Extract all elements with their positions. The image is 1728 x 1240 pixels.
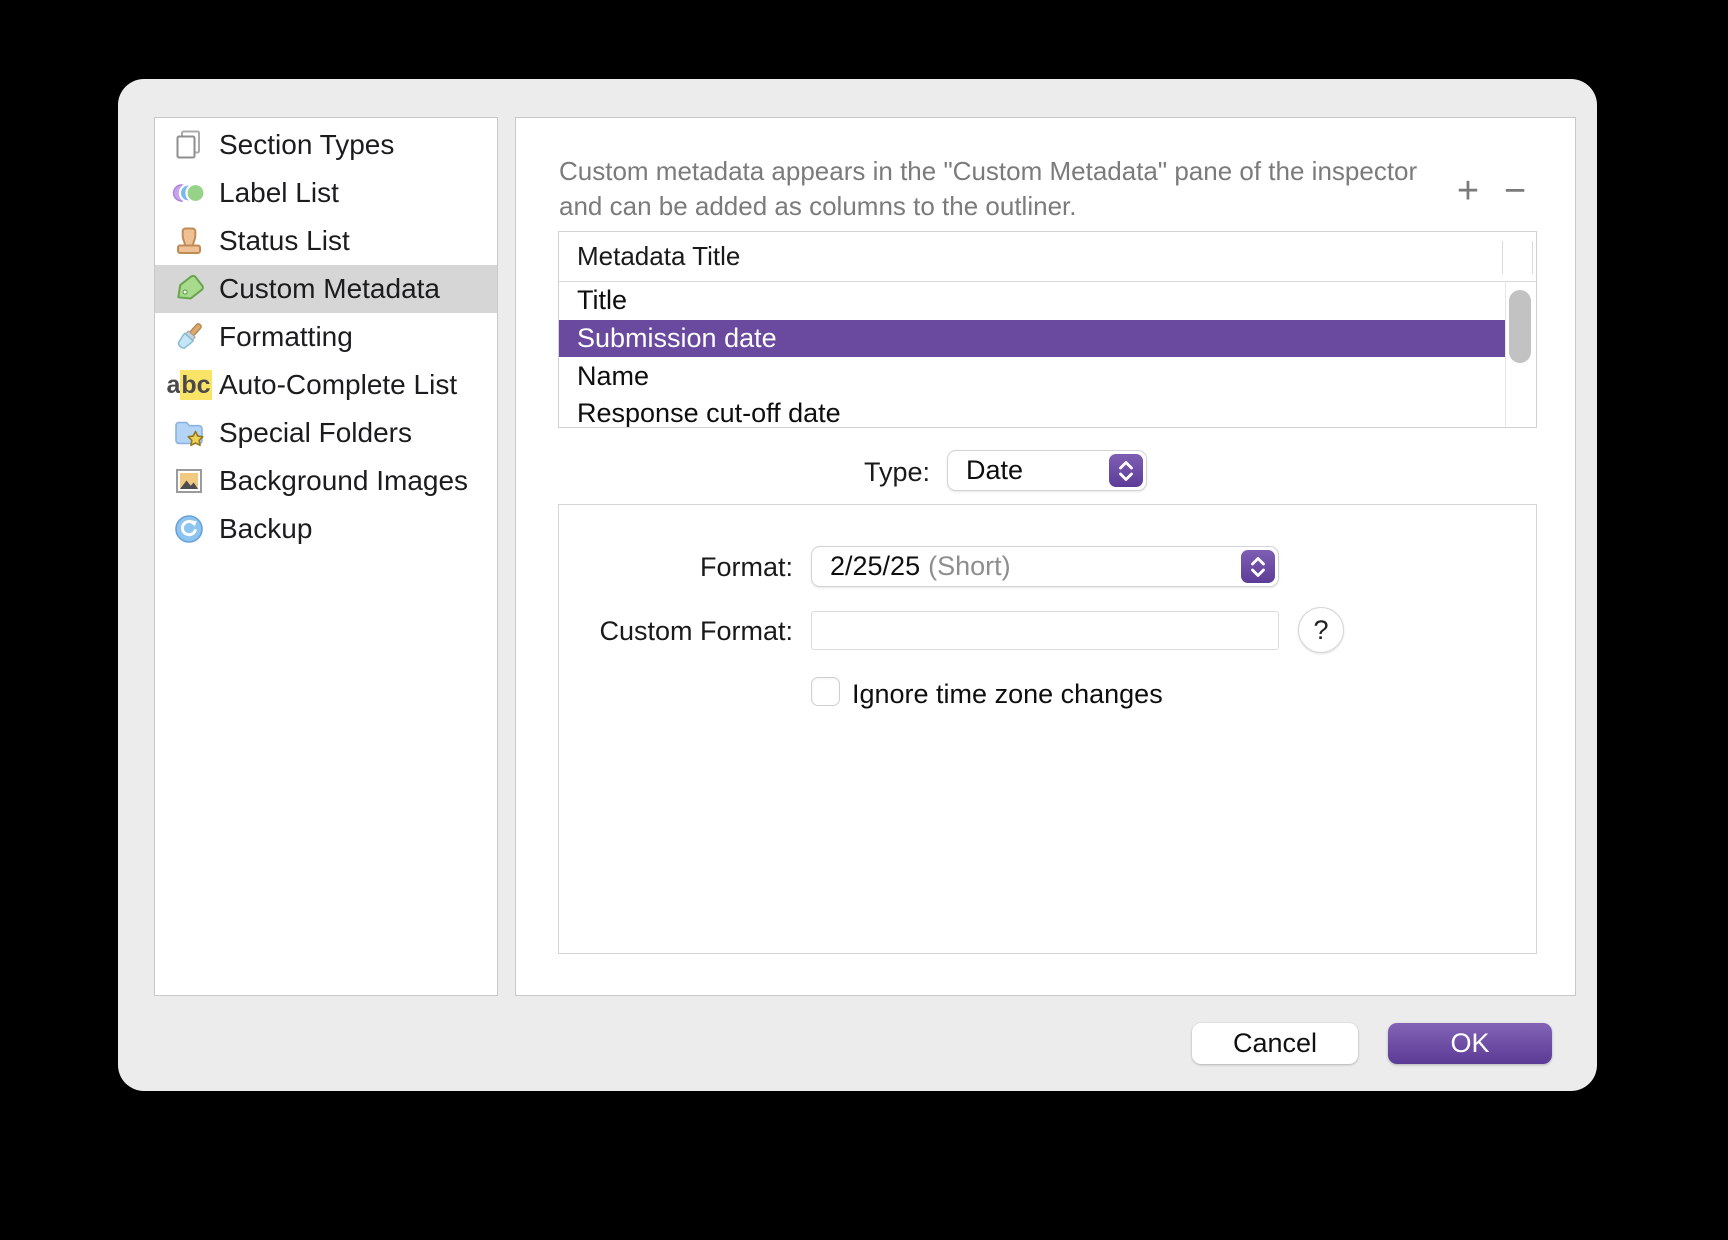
description-line-1: Custom metadata appears in the "Custom M… — [559, 154, 1417, 189]
metadata-title-column-header: Metadata Title — [577, 241, 740, 272]
pane-description: Custom metadata appears in the "Custom M… — [559, 154, 1417, 224]
sidebar-item-label: Label List — [219, 177, 339, 209]
custom-format-label: Custom Format: — [559, 616, 793, 646]
table-row-submission-date[interactable]: Submission date — [559, 320, 1505, 358]
header-divider — [1532, 241, 1533, 274]
sidebar-item-label: Special Folders — [219, 417, 412, 449]
table-row-response-cut-off-date[interactable]: Response cut-off date — [559, 395, 1505, 428]
sidebar-item-status-list[interactable]: Status List — [155, 217, 497, 265]
ignore-timezone-label: Ignore time zone changes — [852, 679, 1163, 709]
ok-button[interactable]: OK — [1388, 1023, 1552, 1064]
status-list-icon — [172, 224, 206, 258]
sidebar-item-backup[interactable]: Backup — [155, 505, 497, 553]
sidebar-item-label: Status List — [219, 225, 350, 257]
stepper-chevrons-icon — [1109, 454, 1143, 487]
sidebar-item-custom-metadata[interactable]: Custom Metadata — [155, 265, 497, 313]
type-label: Type: — [630, 456, 930, 488]
sidebar-item-label: Background Images — [219, 465, 468, 497]
table-row-title[interactable]: Title — [559, 282, 1505, 320]
ignore-timezone-checkbox[interactable] — [811, 677, 840, 706]
scrollbar-divider — [1505, 282, 1506, 427]
format-dropdown-value: 2/25/25 — [830, 551, 920, 582]
sidebar-item-label: Auto-Complete List — [219, 369, 457, 401]
sidebar-item-background-images[interactable]: Background Images — [155, 457, 497, 505]
custom-format-input[interactable] — [811, 611, 1279, 650]
label-list-icon — [172, 176, 206, 210]
section-types-icon — [172, 128, 206, 162]
remove-metadata-button[interactable]: − — [1492, 168, 1538, 214]
type-dropdown-value: Date — [966, 455, 1023, 486]
question-mark-icon: ? — [1313, 615, 1328, 646]
backup-icon — [172, 512, 206, 546]
preferences-dialog: Section Types Label List Status List — [118, 79, 1597, 1091]
format-dropdown[interactable]: 2/25/25 (Short) — [811, 546, 1279, 587]
stepper-chevrons-icon — [1241, 550, 1275, 583]
sidebar-item-label: Formatting — [219, 321, 353, 353]
header-divider — [1502, 241, 1503, 274]
sidebar-item-special-folders[interactable]: Special Folders — [155, 409, 497, 457]
auto-complete-icon: abc — [172, 368, 206, 402]
settings-sidebar: Section Types Label List Status List — [154, 117, 498, 996]
date-options-groupbox: Format: 2/25/25 (Short) Custom Format: ?… — [558, 504, 1537, 954]
help-button[interactable]: ? — [1298, 607, 1344, 653]
sidebar-item-section-types[interactable]: Section Types — [155, 121, 497, 169]
custom-metadata-pane: Custom metadata appears in the "Custom M… — [515, 117, 1576, 996]
cancel-button[interactable]: Cancel — [1192, 1023, 1358, 1064]
metadata-table-body: Title Submission date Name Response cut-… — [559, 282, 1536, 427]
sidebar-item-label: Backup — [219, 513, 312, 545]
background-images-icon — [172, 464, 206, 498]
description-line-2: and can be added as columns to the outli… — [559, 189, 1417, 224]
special-folders-icon — [172, 416, 206, 450]
sidebar-item-formatting[interactable]: Formatting — [155, 313, 497, 361]
sidebar-item-auto-complete-list[interactable]: abc Auto-Complete List — [155, 361, 497, 409]
formatting-icon — [172, 320, 206, 354]
table-row-name[interactable]: Name — [559, 357, 1505, 395]
sidebar-item-label: Section Types — [219, 129, 394, 161]
format-dropdown-suffix: (Short) — [928, 551, 1011, 582]
format-label: Format: — [559, 552, 793, 582]
metadata-table-header[interactable]: Metadata Title — [559, 232, 1536, 282]
custom-metadata-icon — [172, 272, 206, 306]
sidebar-item-label-list[interactable]: Label List — [155, 169, 497, 217]
metadata-table: Metadata Title Title Submission date Nam… — [558, 231, 1537, 428]
type-dropdown[interactable]: Date — [947, 450, 1147, 491]
scrollbar-thumb[interactable] — [1509, 290, 1531, 363]
add-metadata-button[interactable]: + — [1445, 168, 1491, 214]
sidebar-item-label: Custom Metadata — [219, 273, 440, 305]
